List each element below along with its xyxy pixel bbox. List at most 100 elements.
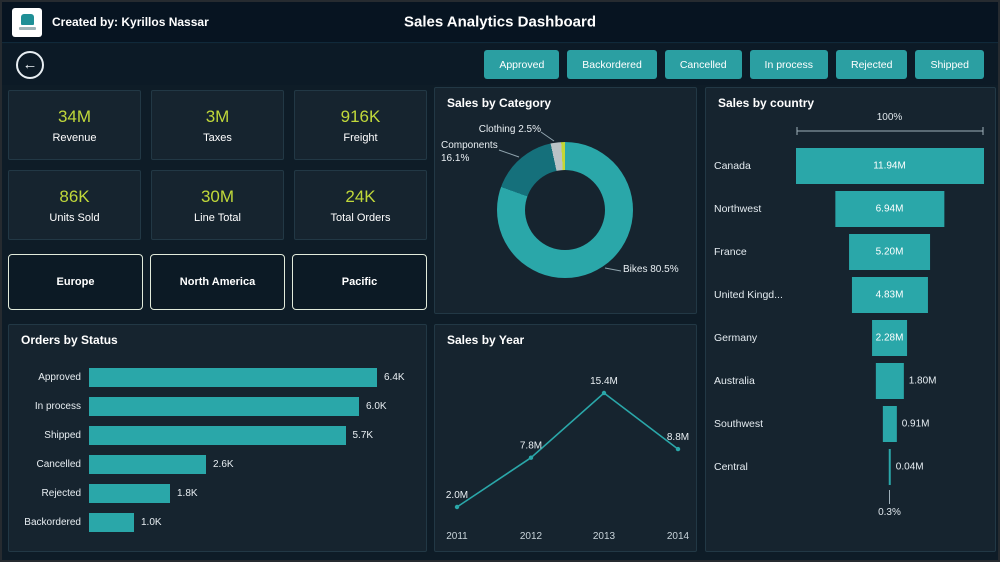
region-button-pacific[interactable]: Pacific bbox=[292, 254, 427, 310]
kpi-value: 34M bbox=[57, 106, 92, 126]
page-title: Sales Analytics Dashboard bbox=[403, 13, 597, 31]
year-line bbox=[456, 391, 679, 508]
year-point-2014[interactable] bbox=[675, 446, 681, 452]
funnel-row: Central 0.04M bbox=[714, 445, 987, 488]
year-axis-label: 2012 bbox=[520, 531, 543, 542]
kpi-value: 24K bbox=[345, 186, 376, 206]
panel-sales-by-year: Sales by Year 2.0M 2011 7.8M 2012 15.4M 2013 8… bbox=[434, 324, 697, 552]
funnel-category-label: Southwest bbox=[714, 417, 764, 430]
status-value-label: 1.8K bbox=[177, 488, 198, 499]
funnel-row: Southwest 0.91M bbox=[714, 402, 987, 445]
region-buttons: Europe North America Pacific bbox=[8, 254, 427, 310]
status-bar-cancelled[interactable] bbox=[89, 455, 206, 474]
sales-by-country-title: Sales by country bbox=[718, 96, 815, 110]
country-funnel-chart: 100% Canada 11.94M Northwest 6.94M France 5.20… bbox=[714, 112, 987, 518]
year-point-label: 2.0M bbox=[446, 490, 468, 501]
category-donut-chart[interactable] bbox=[497, 142, 633, 278]
filter-button-backordered[interactable]: Backordered bbox=[567, 50, 657, 79]
funnel-bar-central[interactable] bbox=[888, 448, 891, 485]
funnel-bottom-tick bbox=[889, 490, 890, 504]
status-row: Rejected 1.8K bbox=[17, 479, 418, 508]
panel-sales-by-country: Sales by country 100% Canada 11.94M Northwe… bbox=[705, 87, 996, 552]
funnel-category-label: Canada bbox=[714, 159, 751, 172]
logo-emblem-icon bbox=[20, 14, 34, 25]
funnel-bar-zone: 11.94M bbox=[792, 147, 987, 184]
funnel-bracket bbox=[796, 127, 983, 135]
funnel-value-label: 1.80M bbox=[908, 375, 937, 386]
kpi-value: 916K bbox=[340, 106, 381, 126]
funnel-top-label-block: 100% bbox=[714, 112, 987, 136]
status-bar-shipped[interactable] bbox=[89, 426, 346, 445]
funnel-bar-zone: 5.20M bbox=[792, 233, 987, 270]
funnel-row: Germany 2.28M bbox=[714, 316, 987, 359]
kpi-grid: 34M Revenue 3M Taxes 916K Freight 86K Units Sol… bbox=[8, 90, 427, 240]
funnel-row: France 5.20M bbox=[714, 230, 987, 273]
filter-toolbar: ← Approved Backordered Cancelled In process… bbox=[2, 44, 998, 85]
kpi-label: Units Sold bbox=[49, 211, 100, 224]
funnel-category-label: Germany bbox=[714, 331, 758, 344]
kpi-label: Taxes bbox=[203, 131, 232, 144]
year-line-chart[interactable]: 2.0M 2011 7.8M 2012 15.4M 2013 8.8M 2014 bbox=[441, 355, 692, 545]
funnel-category-label: United Kingd... bbox=[714, 288, 783, 301]
region-button-north-america[interactable]: North America bbox=[150, 254, 285, 310]
sales-by-category-title: Sales by Category bbox=[447, 96, 552, 110]
created-by-text: Created by: Kyrillos Nassar bbox=[52, 15, 209, 29]
year-axis-label: 2013 bbox=[593, 531, 616, 542]
leader-line-clothing bbox=[540, 131, 555, 142]
status-category-label: Approved bbox=[38, 372, 81, 383]
year-point-2013[interactable] bbox=[601, 390, 607, 396]
funnel-bar-southwest[interactable] bbox=[882, 405, 897, 442]
kpi-card-line-total: 30M Line Total bbox=[151, 170, 284, 240]
funnel-value-label: 11.94M bbox=[873, 160, 906, 171]
funnel-value-label: 2.28M bbox=[875, 332, 904, 343]
back-button[interactable]: ← bbox=[16, 50, 44, 79]
leader-line-bikes bbox=[604, 267, 622, 272]
kpi-label: Freight bbox=[343, 131, 378, 144]
filter-button-in-process[interactable]: In process bbox=[749, 50, 828, 79]
kpi-value: 3M bbox=[205, 106, 230, 126]
status-bar-backordered[interactable] bbox=[89, 513, 134, 532]
kpi-card-freight: 916K Freight bbox=[294, 90, 427, 160]
status-bar-in-process[interactable] bbox=[89, 397, 359, 416]
filter-button-shipped[interactable]: Shipped bbox=[915, 50, 984, 79]
kpi-label: Revenue bbox=[52, 131, 97, 144]
status-bar-approved[interactable] bbox=[89, 368, 377, 387]
filter-button-approved[interactable]: Approved bbox=[484, 50, 560, 79]
funnel-row: Canada 11.94M bbox=[714, 144, 987, 187]
funnel-bottom-label-block: 0.3% bbox=[714, 490, 987, 518]
funnel-bar-australia[interactable] bbox=[875, 362, 904, 399]
year-axis-label: 2014 bbox=[667, 531, 690, 542]
orders-by-status-title: Orders by Status bbox=[21, 333, 118, 347]
donut-label-bikes: Bikes 80.5% bbox=[623, 264, 679, 275]
region-button-europe[interactable]: Europe bbox=[8, 254, 143, 310]
year-point-label: 15.4M bbox=[590, 376, 618, 387]
funnel-bar-zone: 4.83M bbox=[792, 276, 987, 313]
funnel-top-label: 100% bbox=[876, 112, 903, 123]
kpi-value: 30M bbox=[200, 186, 235, 206]
status-row: Approved 6.4K bbox=[17, 363, 418, 392]
funnel-value-label: 6.94M bbox=[875, 203, 904, 214]
year-point-2012[interactable] bbox=[528, 455, 534, 460]
logo bbox=[12, 7, 42, 37]
back-arrow-icon: ← bbox=[22, 56, 38, 73]
funnel-head-zone: 100% bbox=[792, 112, 987, 136]
year-point-label: 8.8M bbox=[667, 432, 689, 443]
filter-button-rejected[interactable]: Rejected bbox=[836, 50, 908, 79]
sales-by-year-title: Sales by Year bbox=[447, 333, 525, 347]
funnel-category-label: Australia bbox=[714, 374, 755, 387]
year-point-2011[interactable] bbox=[454, 504, 460, 510]
kpi-card-revenue: 34M Revenue bbox=[8, 90, 141, 160]
status-value-label: 2.6K bbox=[213, 459, 234, 470]
funnel-value-label: 4.83M bbox=[875, 289, 904, 300]
filter-button-cancelled[interactable]: Cancelled bbox=[664, 50, 742, 79]
funnel-row: Northwest 6.94M bbox=[714, 187, 987, 230]
funnel-value-label: 0.91M bbox=[901, 418, 930, 429]
panel-orders-by-status: Orders by Status Approved 6.4K In process 6… bbox=[8, 324, 427, 552]
funnel-bar-zone: 1.80M bbox=[792, 362, 987, 399]
status-bar-rejected[interactable] bbox=[89, 484, 170, 503]
status-row: Backordered 1.0K bbox=[17, 508, 418, 537]
status-category-label: In process bbox=[34, 401, 81, 412]
kpi-label: Line Total bbox=[194, 211, 241, 224]
status-category-label: Backordered bbox=[24, 517, 81, 528]
logo-text-mark bbox=[18, 27, 36, 30]
